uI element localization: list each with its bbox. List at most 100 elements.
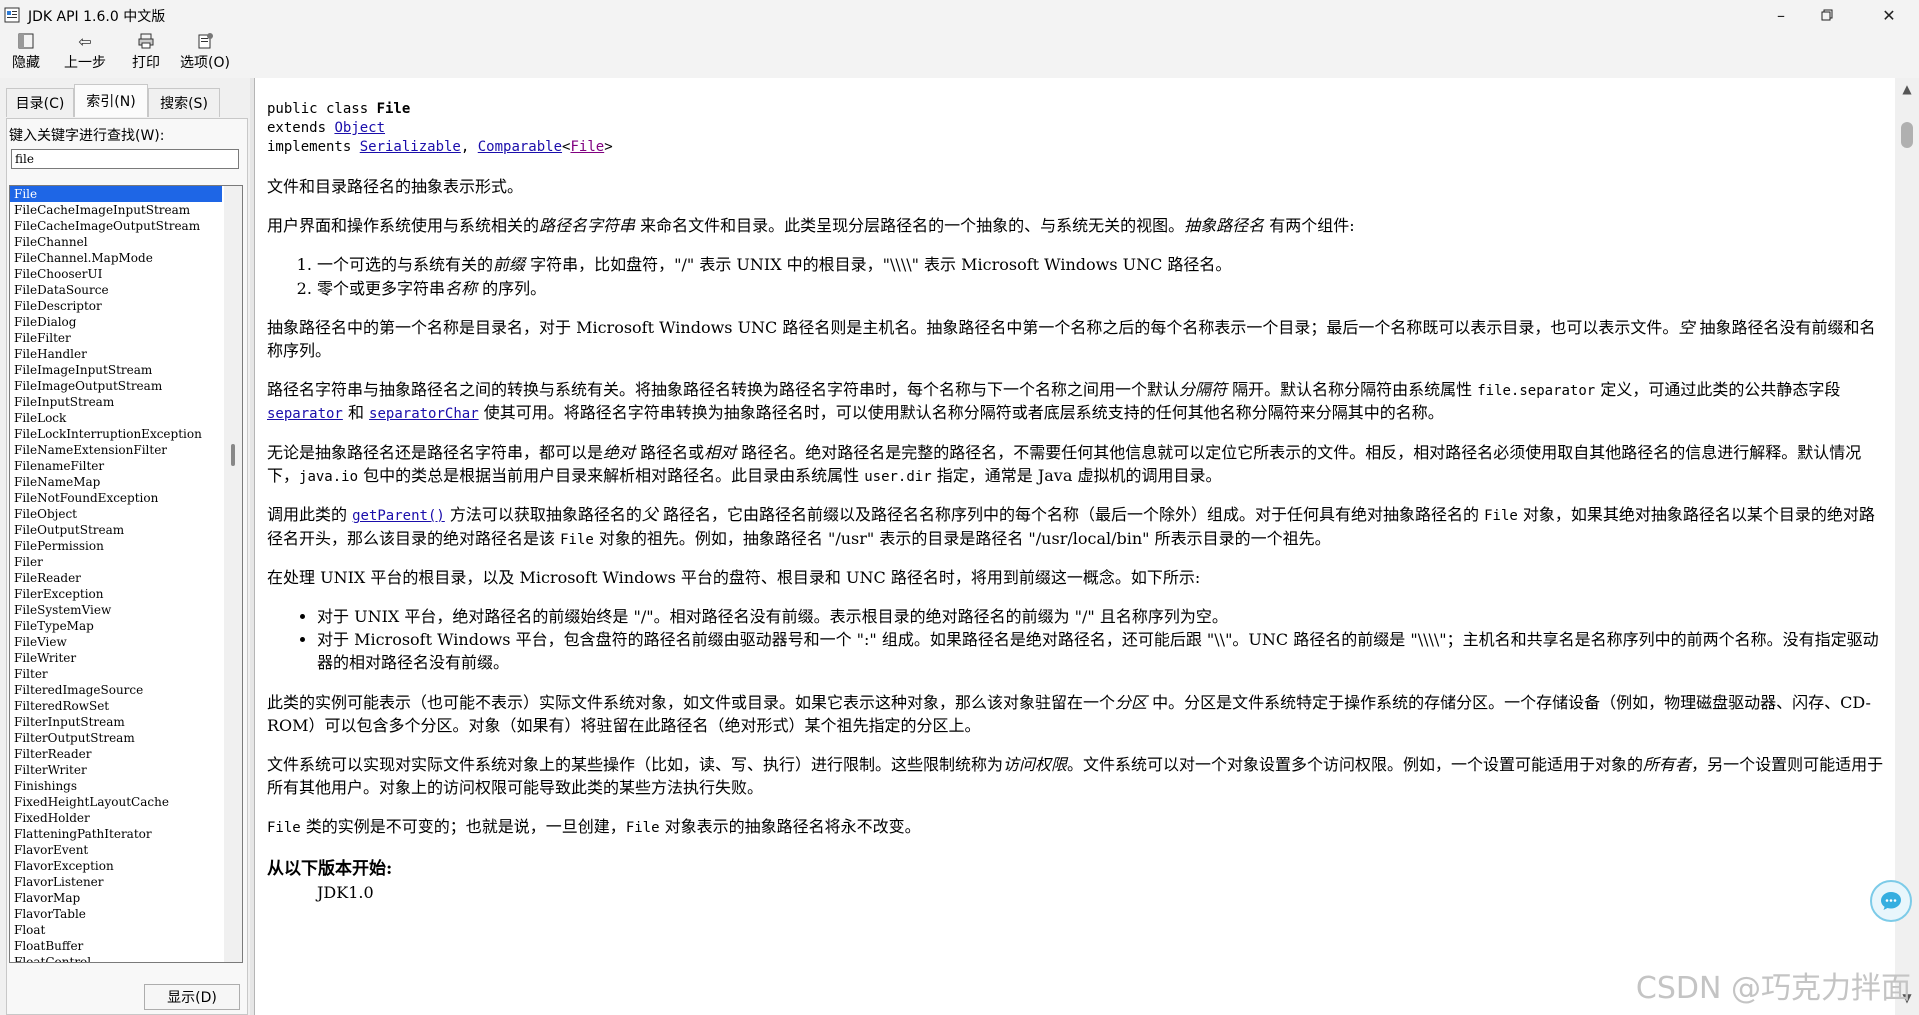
link-separator[interactable]: separator xyxy=(267,406,343,422)
index-list-scroll-thumb[interactable] xyxy=(231,444,235,466)
index-list-item[interactable]: FileView xyxy=(10,634,222,650)
code-text: File xyxy=(267,820,301,837)
index-list-item[interactable]: FlavorTable xyxy=(10,906,222,922)
index-list-item[interactable]: FixedHolder xyxy=(10,810,222,826)
keyword-input[interactable] xyxy=(11,149,239,169)
index-list-item[interactable]: Filter xyxy=(10,666,222,682)
index-list-item[interactable]: FileReader xyxy=(10,570,222,586)
index-list-item[interactable]: FilenameFilter xyxy=(10,458,222,474)
link-getparent[interactable]: getParent() xyxy=(352,508,445,524)
link-file[interactable]: File xyxy=(570,139,604,155)
code-text: File xyxy=(560,531,594,548)
index-list-item[interactable]: FileNotFoundException xyxy=(10,490,222,506)
content-scroll-thumb[interactable] xyxy=(1901,122,1913,148)
restore-icon[interactable] xyxy=(1804,0,1850,30)
text-run: 路径名或 xyxy=(635,442,705,462)
content-scrollbar[interactable]: ▲ ▼ xyxy=(1895,78,1919,1015)
index-list-item[interactable]: File xyxy=(10,186,222,202)
index-list-item[interactable]: FileFilter xyxy=(10,330,222,346)
scroll-up-icon[interactable]: ▲ xyxy=(1895,82,1919,102)
text-run: 无论是抽象路径名还是路径名字符串，都可以是 xyxy=(267,442,604,462)
index-list-item[interactable]: FlavorMap xyxy=(10,890,222,906)
back-button[interactable]: ⇦ 上一步 xyxy=(64,32,106,76)
link-comparable[interactable]: Comparable xyxy=(478,139,562,155)
hide-button[interactable]: 隐藏 xyxy=(12,32,40,76)
index-list-item[interactable]: FileDialog xyxy=(10,314,222,330)
tab-contents[interactable]: 目录(C) xyxy=(6,88,74,117)
index-list-item[interactable]: FileLock xyxy=(10,410,222,426)
emphasis: 前缀 xyxy=(493,255,526,275)
index-list-item[interactable]: FloatBuffer xyxy=(10,938,222,954)
text-run: 有两个组件: xyxy=(1264,216,1355,236)
index-list-item[interactable]: FilteredImageSource xyxy=(10,682,222,698)
index-list-item[interactable]: FileDescriptor xyxy=(10,298,222,314)
index-list-item[interactable]: FileOutputStream xyxy=(10,522,222,538)
index-list-item[interactable]: FilterInputStream xyxy=(10,714,222,730)
index-list-item[interactable]: FileCacheImageOutputStream xyxy=(10,218,222,234)
index-list-item[interactable]: FileObject xyxy=(10,506,222,522)
index-list-item[interactable]: FileChannel xyxy=(10,234,222,250)
index-list-item[interactable]: FileChooserUI xyxy=(10,266,222,282)
index-list-item[interactable]: FloatControl xyxy=(10,954,222,962)
index-list-item[interactable]: Finishings xyxy=(10,778,222,794)
index-list-item[interactable]: FileTypeMap xyxy=(10,618,222,634)
index-list-item[interactable]: FileWriter xyxy=(10,650,222,666)
index-list-item[interactable]: FileDataSource xyxy=(10,282,222,298)
link-separatorchar[interactable]: separatorChar xyxy=(369,406,479,422)
index-list-item[interactable]: FilerException xyxy=(10,586,222,602)
decl-modifiers: public class xyxy=(267,101,377,117)
doc-content-pane: public class File extends Object impleme… xyxy=(254,78,1895,1015)
index-list-item[interactable]: Filer xyxy=(10,554,222,570)
decl-generic-close: > xyxy=(604,139,613,155)
emphasis: 分隔符 xyxy=(1179,380,1228,400)
index-list-item[interactable]: FileCacheImageInputStream xyxy=(10,202,222,218)
since-heading: 从以下版本开始: xyxy=(267,858,393,879)
minimize-icon[interactable]: – xyxy=(1758,0,1804,30)
link-serializable[interactable]: Serializable xyxy=(360,139,461,155)
close-icon[interactable]: ✕ xyxy=(1866,0,1912,30)
index-list[interactable]: File FileCacheImageInputStream FileCacheIm… xyxy=(10,186,222,962)
tab-index[interactable]: 索引(N) xyxy=(74,84,148,117)
index-list-item[interactable]: FlavorException xyxy=(10,858,222,874)
index-list-item[interactable]: FlavorListener xyxy=(10,874,222,890)
link-object[interactable]: Object xyxy=(334,120,385,136)
options-button[interactable]: 选项(O) xyxy=(180,32,230,76)
index-list-item[interactable]: FileNameMap xyxy=(10,474,222,490)
toolbar: 隐藏 ⇦ 上一步 打印 选项(O) xyxy=(0,30,1919,78)
index-list-item[interactable]: FileInputStream xyxy=(10,394,222,410)
index-list-item[interactable]: FileNameExtensionFilter xyxy=(10,442,222,458)
index-list-item[interactable]: FilterReader xyxy=(10,746,222,762)
index-list-scrollbar[interactable] xyxy=(224,186,242,962)
index-list-item[interactable]: FileLockInterruptionException xyxy=(10,426,222,442)
index-list-item[interactable]: FileChannel.MapMode xyxy=(10,250,222,266)
index-list-item[interactable]: FilteredRowSet xyxy=(10,698,222,714)
emphasis: 所有者 xyxy=(1643,754,1692,774)
print-button[interactable]: 打印 xyxy=(132,32,160,76)
prefix-list: 对于 UNIX 平台，绝对路径名的前缀始终是 "/"。相对路径名没有前缀。表示根… xyxy=(267,605,1887,675)
text-run: 对象表示的抽象路径名将永不改变。 xyxy=(659,817,921,837)
display-button[interactable]: 显示(D) xyxy=(144,984,240,1010)
index-list-item[interactable]: FlavorEvent xyxy=(10,842,222,858)
doc-body: public class File extends Object impleme… xyxy=(267,100,1887,904)
index-list-item[interactable]: FilterOutputStream xyxy=(10,730,222,746)
index-list-item[interactable]: Float xyxy=(10,922,222,938)
index-list-item[interactable]: FlatteningPathIterator xyxy=(10,826,222,842)
index-list-item[interactable]: FileImageOutputStream xyxy=(10,378,222,394)
components-list: 一个可选的与系统有关的前缀 字符串，比如盘符，"/" 表示 UNIX 中的根目录… xyxy=(267,253,1887,299)
doc-paragraph-10: File 类的实例是不可变的；也就是说，一旦创建，File 对象表示的抽象路径名… xyxy=(267,815,1887,838)
index-list-item[interactable]: FileSystemView xyxy=(10,602,222,618)
index-list-item[interactable]: FilterWriter xyxy=(10,762,222,778)
doc-paragraph-9: 文件系统可以实现对实际文件系统对象上的某些操作（比如，读、写、执行）进行限制。这… xyxy=(267,753,1887,799)
index-list-item[interactable]: FileHandler xyxy=(10,346,222,362)
text-run: 抽象路径名中的第一个名称是目录名，对于 Microsoft Windows UN… xyxy=(267,317,1679,337)
help-app-icon xyxy=(4,7,20,23)
text-run: 文件系统可以实现对实际文件系统对象上的某些操作（比如，读、写、执行）进行限制。这… xyxy=(267,754,1004,774)
text-run: 类的实例是不可变的；也就是说，一旦创建， xyxy=(300,817,626,837)
index-list-item[interactable]: FixedHeightLayoutCache xyxy=(10,794,222,810)
chat-bubble-icon[interactable] xyxy=(1870,880,1912,922)
index-list-item[interactable]: FilePermission xyxy=(10,538,222,554)
watermark: CSDN @巧克力拌面 xyxy=(1635,971,1911,1006)
tab-search[interactable]: 搜索(S) xyxy=(148,88,220,117)
window-title: JDK API 1.6.0 中文版 xyxy=(28,9,166,25)
index-list-item[interactable]: FileImageInputStream xyxy=(10,362,222,378)
